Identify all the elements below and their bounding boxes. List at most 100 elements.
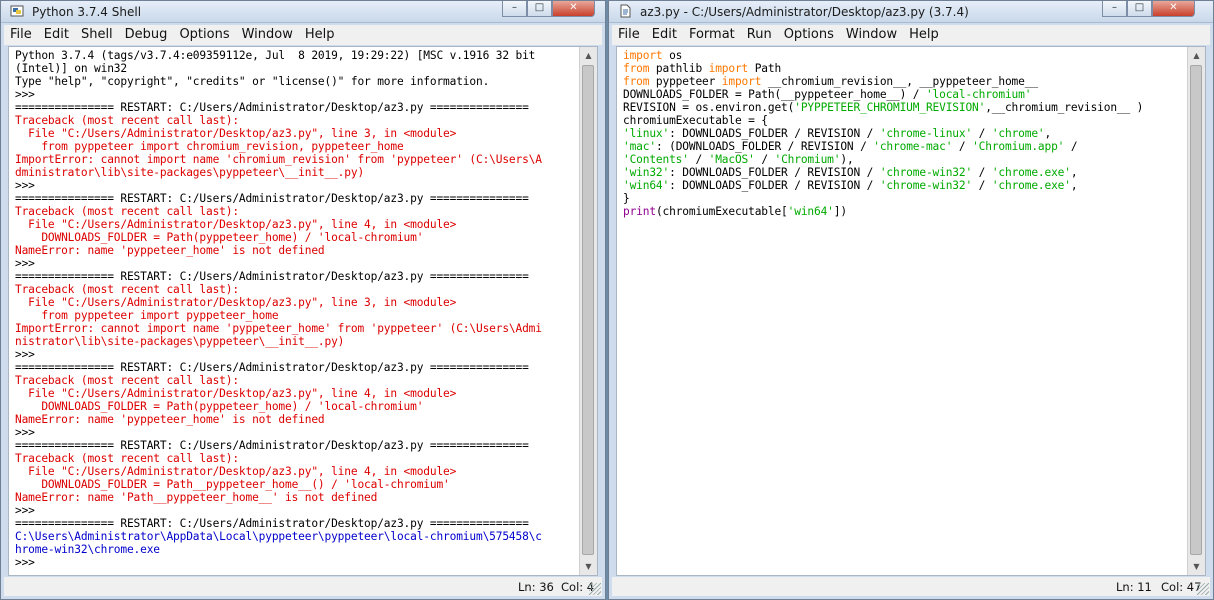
code-token: ]) (833, 205, 847, 218)
code-token: ,__chromium_revision__ ) (985, 101, 1144, 114)
menu-window[interactable]: Window (840, 25, 903, 45)
code-line: DOWNLOADS_FOLDER = Path(__pyppeteer_home… (623, 88, 1183, 101)
code-token: import (623, 49, 663, 62)
shell-line: File "C:/Users/Administrator/Desktop/az3… (15, 218, 457, 231)
scrollbar-thumb[interactable] (1190, 65, 1202, 555)
editor-scrollbar[interactable]: ▲ ▼ (1187, 47, 1205, 575)
code-token: 'chrome-mac' (873, 140, 953, 153)
scroll-up-arrow-icon[interactable]: ▲ (580, 47, 597, 64)
source-code: import os from pathlib import Path from py… (623, 49, 1183, 218)
status-line: Ln: 36 (518, 580, 554, 594)
code-token: 'win64' (787, 205, 834, 218)
menu-window[interactable]: Window (236, 25, 299, 45)
shell-line: ImportError: cannot import name 'chromiu… (15, 153, 542, 166)
resize-grip-icon[interactable] (589, 583, 601, 595)
shell-line: =============== RESTART: C:/Users/Admini… (15, 439, 529, 452)
code-token: print (623, 205, 656, 218)
menu-format[interactable]: Format (683, 25, 741, 45)
code-line: 'win64': DOWNLOADS_FOLDER / REVISION / '… (623, 179, 1183, 192)
code-token: / (688, 153, 709, 166)
code-line: import os (623, 49, 1183, 62)
menu-edit[interactable]: Edit (646, 25, 683, 45)
code-token: 'win32' (623, 166, 670, 179)
code-token: : DOWNLOADS_FOLDER / REVISION / (669, 127, 880, 140)
minimize-button[interactable]: – (1102, 1, 1127, 17)
shell-line: =============== RESTART: C:/Users/Admini… (15, 101, 529, 114)
shell-line: Type "help", "copyright", "credits" or "… (15, 75, 490, 88)
code-token: 'Chromium' (774, 153, 841, 166)
code-token: 'chrome-linux' (879, 127, 973, 140)
shell-line: from pyppeteer import pyppeteer_home (15, 309, 279, 322)
minimize-button[interactable]: – (502, 1, 527, 17)
shell-title-bar[interactable]: Python 3.7.4 Shell – □ ✕ (1, 1, 605, 23)
shell-scrollbar[interactable]: ▲ ▼ (579, 47, 597, 575)
code-token: os (662, 49, 683, 62)
menu-run[interactable]: Run (741, 25, 778, 45)
code-line: from pyppeteer import __chromium_revisio… (623, 75, 1183, 88)
code-token: 'mac' (623, 140, 656, 153)
close-button[interactable]: ✕ (1152, 1, 1195, 17)
code-line: } (623, 192, 1183, 205)
editor-text-area[interactable]: import os from pathlib import Path from py… (616, 46, 1206, 576)
menu-help[interactable]: Help (903, 25, 945, 45)
shell-line: DOWNLOADS_FOLDER = Path__pyppeteer_home_… (15, 478, 450, 491)
shell-line: NameError: name 'Path__pyppeteer_home__'… (15, 491, 378, 504)
code-token: 'chrome.exe' (991, 166, 1071, 179)
menu-options[interactable]: Options (173, 25, 235, 45)
code-token: / (952, 140, 973, 153)
editor-title-bar[interactable]: az3.py - C:/Users/Administrator/Desktop/… (609, 1, 1213, 23)
close-button[interactable]: ✕ (552, 1, 595, 17)
code-token: import (708, 62, 749, 75)
shell-line: Traceback (most recent call last): (15, 374, 239, 387)
shell-line: Traceback (most recent call last): (15, 452, 239, 465)
maximize-button[interactable]: □ (527, 1, 552, 17)
code-token: 'chrome-win32' (879, 166, 973, 179)
shell-line: NameError: name 'pyppeteer_home' is not … (15, 413, 325, 426)
menu-shell[interactable]: Shell (75, 25, 119, 45)
scroll-down-arrow-icon[interactable]: ▼ (580, 558, 597, 575)
menu-help[interactable]: Help (299, 25, 341, 45)
code-line: REVISION = os.environ.get('PYPPETEER_CHR… (623, 101, 1183, 114)
shell-line: ImportError: cannot import name 'pyppete… (15, 322, 542, 335)
shell-line: dministrator\lib\site-packages\pyppeteer… (15, 166, 365, 179)
menu-file[interactable]: File (4, 25, 38, 45)
code-token: REVISION = os.environ.get( (623, 101, 795, 114)
editor-menu-bar: File Edit Format Run Options Window Help (612, 25, 1210, 45)
code-token: ), (840, 153, 854, 166)
menu-debug[interactable]: Debug (119, 25, 174, 45)
menu-file[interactable]: File (612, 25, 646, 45)
shell-line: File "C:/Users/Administrator/Desktop/az3… (15, 127, 457, 140)
scroll-down-arrow-icon[interactable]: ▼ (1188, 558, 1205, 575)
code-line: 'win32': DOWNLOADS_FOLDER / REVISION / '… (623, 166, 1183, 179)
shell-line: Traceback (most recent call last): (15, 283, 239, 296)
shell-line: Traceback (most recent call last): (15, 114, 239, 127)
code-token: / (754, 153, 775, 166)
shell-line: >>> (15, 257, 42, 270)
code-line: from pathlib import Path (623, 62, 1183, 75)
python-file-icon (620, 4, 631, 18)
code-token: DOWNLOADS_FOLDER = Path(__pyppeteer_home… (623, 88, 926, 101)
code-token: __chromium_revision__, __pyppeteer_home_… (761, 75, 1038, 88)
resize-grip-icon[interactable] (1197, 583, 1209, 595)
code-line: 'linux': DOWNLOADS_FOLDER / REVISION / '… (623, 127, 1183, 140)
code-token: 'Chromium.app' (972, 140, 1065, 153)
shell-line: =============== RESTART: C:/Users/Admini… (15, 270, 529, 283)
scroll-up-arrow-icon[interactable]: ▲ (1188, 47, 1205, 64)
maximize-button[interactable]: □ (1127, 1, 1152, 17)
code-line: 'Contents' / 'MacOS' / 'Chromium'), (623, 153, 1183, 166)
shell-status-bar: Ln: 36 Col: 4 (4, 577, 602, 596)
code-token: chromiumExecutable = { (623, 114, 768, 127)
shell-text-area[interactable]: Python 3.7.4 (tags/v3.7.4:e09359112e, Ju… (8, 46, 598, 576)
shell-line: >>> (15, 348, 42, 361)
code-token: 'chrome.exe' (991, 179, 1071, 192)
scrollbar-thumb[interactable] (582, 65, 594, 555)
code-token: from (623, 62, 650, 75)
code-token: / (972, 127, 992, 140)
menu-options[interactable]: Options (778, 25, 840, 45)
menu-edit[interactable]: Edit (38, 25, 75, 45)
shell-line: Python 3.7.4 (tags/v3.7.4:e09359112e, Ju… (15, 49, 536, 62)
code-token: 'win64' (623, 179, 670, 192)
editor-window: az3.py - C:/Users/Administrator/Desktop/… (608, 0, 1214, 600)
code-token: 'chrome' (991, 127, 1045, 140)
code-token: 'chrome-win32' (879, 179, 973, 192)
